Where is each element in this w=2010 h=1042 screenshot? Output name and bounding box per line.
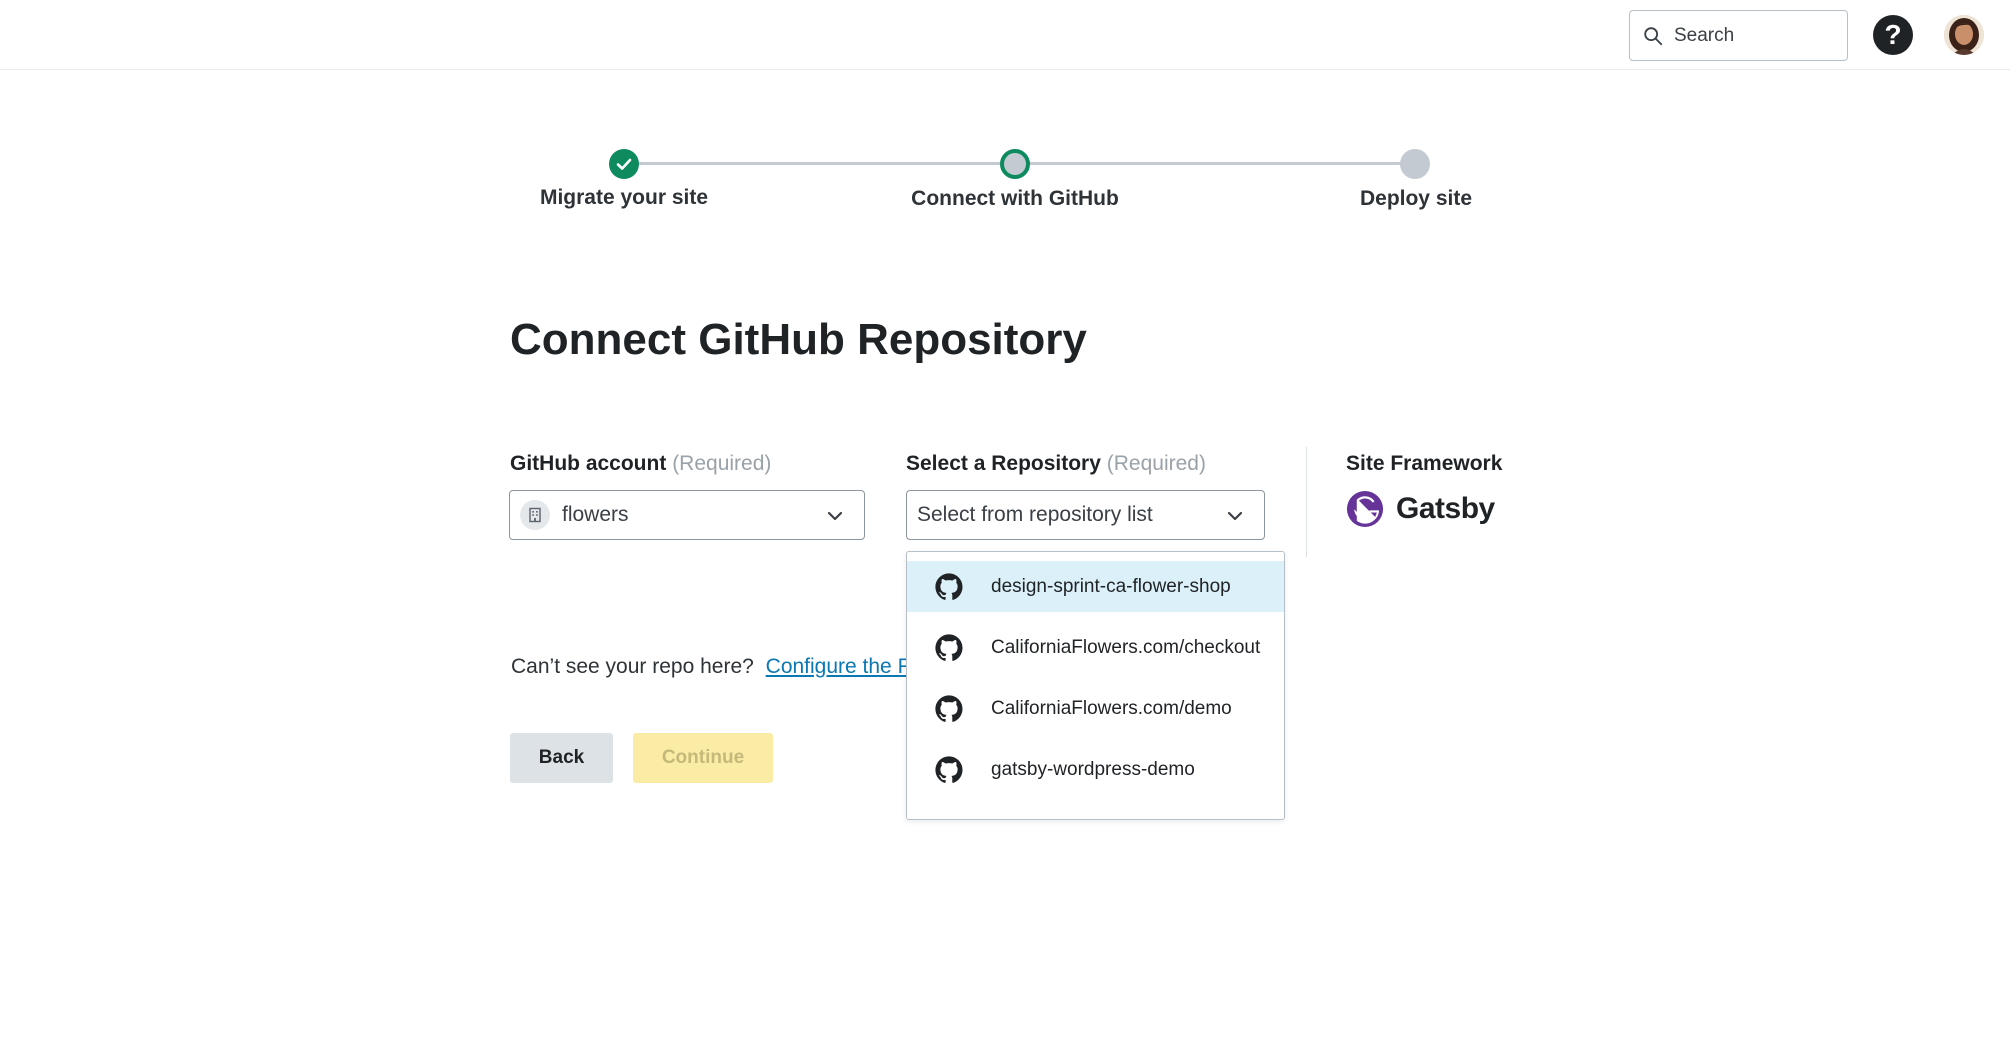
github-icon bbox=[935, 572, 963, 600]
progress-stepper: Migrate your site Connect with GitHub De… bbox=[0, 140, 2010, 230]
continue-button[interactable]: Continue bbox=[633, 733, 773, 783]
github-account-label-text: GitHub account bbox=[510, 452, 667, 475]
step-label-connect: Connect with GitHub bbox=[911, 187, 1119, 210]
step-connector bbox=[1015, 162, 1415, 165]
framework-display: Gatsby bbox=[1346, 490, 1495, 528]
repository-option-label: design-sprint-ca-flower-shop bbox=[991, 575, 1231, 597]
github-icon bbox=[935, 755, 963, 783]
repository-placeholder: Select from repository list bbox=[917, 503, 1153, 526]
required-hint: (Required) bbox=[1106, 452, 1206, 475]
repository-dropdown: design-sprint-ca-flower-shop CaliforniaFl… bbox=[906, 551, 1285, 820]
building-icon bbox=[520, 500, 550, 530]
repo-help-text: Can’t see your repo here? Configure the … bbox=[511, 655, 910, 679]
search-input[interactable] bbox=[1674, 24, 1834, 47]
step-upcoming-indicator bbox=[1400, 149, 1430, 179]
required-hint: (Required) bbox=[672, 452, 772, 475]
search-icon bbox=[1644, 26, 1663, 45]
step-current-indicator bbox=[1000, 149, 1030, 179]
step-label-deploy: Deploy site bbox=[1359, 187, 1473, 210]
framework-label: Site Framework bbox=[1346, 452, 1503, 475]
gatsby-logo-icon bbox=[1346, 490, 1384, 528]
step-connector bbox=[624, 162, 1015, 165]
github-account-select[interactable]: flowers bbox=[509, 490, 865, 540]
avatar-image bbox=[1944, 15, 1984, 55]
check-icon bbox=[616, 158, 632, 170]
configure-app-link[interactable]: Configure the F bbox=[766, 655, 911, 678]
repository-option-label: CaliforniaFlowers.com/checkout bbox=[991, 636, 1261, 658]
repository-select[interactable]: Select from repository list bbox=[906, 490, 1265, 540]
search-box[interactable] bbox=[1629, 10, 1848, 61]
chevron-down-icon bbox=[827, 511, 843, 521]
vertical-divider bbox=[1306, 447, 1307, 557]
framework-name: Gatsby bbox=[1396, 492, 1495, 525]
back-button[interactable]: Back bbox=[510, 733, 613, 783]
repository-option-label: gatsby-wordpress-demo bbox=[991, 758, 1195, 780]
github-account-value: flowers bbox=[562, 503, 629, 526]
repository-option[interactable]: CaliforniaFlowers.com/checkout bbox=[907, 622, 1284, 673]
github-account-label: GitHub account (Required) bbox=[510, 452, 771, 476]
github-icon bbox=[935, 633, 963, 661]
repository-label-text: Select a Repository bbox=[906, 452, 1101, 475]
repository-label: Select a Repository (Required) bbox=[906, 452, 1206, 476]
help-icon[interactable]: ? bbox=[1873, 15, 1913, 55]
page-title: Connect GitHub Repository bbox=[510, 315, 1087, 364]
step-label-migrate: Migrate your site bbox=[539, 186, 709, 209]
user-avatar[interactable] bbox=[1944, 15, 1984, 55]
step-complete-indicator bbox=[609, 149, 639, 179]
repository-option[interactable]: design-sprint-ca-flower-shop bbox=[907, 561, 1284, 612]
github-icon bbox=[935, 694, 963, 722]
repository-option-label: CaliforniaFlowers.com/demo bbox=[991, 697, 1232, 719]
top-bar: ? bbox=[0, 0, 2010, 70]
repository-option[interactable]: CaliforniaFlowers.com/demo bbox=[907, 683, 1284, 734]
repository-option[interactable]: gatsby-wordpress-demo bbox=[907, 744, 1284, 795]
chevron-down-icon bbox=[1227, 511, 1243, 521]
repo-help-question: Can’t see your repo here? bbox=[511, 655, 754, 678]
